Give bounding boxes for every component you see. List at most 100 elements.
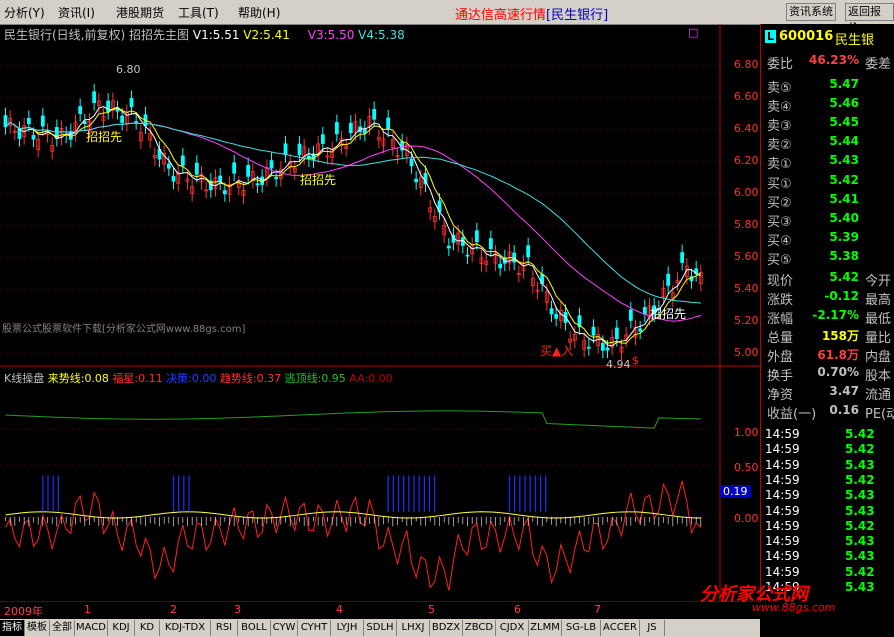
tick-row: 14:59 5.42: [761, 519, 894, 534]
buy-row: 买④ 5.39: [761, 229, 894, 249]
indicator-tab[interactable]: CJDX: [496, 620, 529, 636]
candle-body: [638, 328, 643, 332]
menu-tools[interactable]: 工具(T): [178, 4, 219, 21]
indicator-tab[interactable]: ACCER: [601, 620, 640, 636]
stat-row-label: 现价: [767, 274, 794, 289]
sell-row-value: 5.43: [829, 153, 859, 167]
date-axis: 2009年 1 2 3 4 5 6 7: [0, 602, 760, 618]
indicator-tab[interactable]: 全部: [50, 620, 75, 636]
candle-body: [269, 160, 274, 169]
stat-row-label: 总量: [767, 331, 794, 346]
indicator-name: K线操盘: [4, 372, 45, 385]
buy-row-label: 买③: [767, 215, 792, 230]
indicator-tab[interactable]: SG-LB: [562, 620, 601, 636]
candle-body: [255, 183, 260, 186]
tick-price: 5.42: [845, 427, 875, 441]
sell-row-label: 卖④: [767, 100, 792, 115]
candle-body: [600, 343, 605, 351]
candle-body: [180, 155, 185, 166]
candle-body: [680, 252, 685, 263]
date-label: 7: [594, 603, 601, 616]
indicator-tab[interactable]: ZBCD: [463, 620, 496, 636]
stat-row-value: 5.42: [829, 270, 859, 284]
window-control-icon[interactable]: □: [688, 26, 698, 39]
stat-row: 总量 158万 量比: [761, 326, 894, 346]
menu-bar: 分析(Y) 资讯(I) 港股期货 工具(T) 帮助(H) 通达信高速行情[民生银…: [0, 0, 894, 34]
menu-news[interactable]: 资讯(I): [58, 4, 95, 21]
candle-body: [166, 163, 171, 169]
tick-time: 14:59: [765, 534, 800, 549]
quote-header: L 600016 民生银: [765, 28, 891, 48]
sell-row-value: 5.45: [829, 115, 859, 129]
stock-name: 民生银: [835, 33, 875, 48]
buy-signal-label: 买▲入: [540, 344, 574, 358]
tick-row: 14:59 5.43: [761, 458, 894, 473]
menu-hk-futures[interactable]: 港股期货: [116, 4, 164, 21]
kline-chart-svg[interactable]: [0, 24, 760, 602]
indicator-tab[interactable]: SDLH: [364, 620, 397, 636]
stat-row: 涨跌 -0.12 最高: [761, 288, 894, 308]
buy-row-label: 买②: [767, 196, 792, 211]
indicator-header: K线操盘 来势线:0.08 福星:0.11 决策:0.00 趋势线:0.37 逃…: [4, 370, 393, 386]
candle-body: [129, 98, 134, 108]
tick-time: 14:59: [765, 457, 800, 472]
sell-row-value: 5.47: [829, 77, 859, 91]
chart-formula-label: 招招先主图: [129, 28, 190, 42]
stat-row-value: 0.70%: [817, 365, 859, 379]
indicator-tab[interactable]: LYJH: [331, 620, 364, 636]
tick-row: 14:59 5.43: [761, 549, 894, 564]
back-to-quote-button[interactable]: 返回报价: [845, 3, 894, 34]
qushi-value: 趋势线:0.37: [219, 372, 282, 385]
news-system-button[interactable]: 资讯系统: [786, 3, 836, 21]
indicator-tab[interactable]: KD: [135, 620, 160, 636]
menu-analysis[interactable]: 分析(Y): [4, 4, 45, 21]
tick-time: 14:59: [765, 564, 800, 579]
menu-help[interactable]: 帮助(H): [238, 4, 280, 21]
candle-body: [134, 121, 139, 123]
indicator-tab-bar: 指标 模板 全部 MACD KDJ KD KDJ-TDX RSI BOLL CYW CYHT LYJH…: [0, 619, 760, 637]
indicator-tab[interactable]: KDJ: [108, 620, 135, 636]
sell-row-value: 5.46: [829, 96, 859, 110]
stat-row: 净资 3.47 流通: [761, 383, 894, 403]
tick-price: 5.42: [845, 564, 875, 579]
stat-row-extra: 流通: [865, 388, 892, 403]
indicator-tab[interactable]: BDZX: [430, 620, 463, 636]
main-chart-header: 民生银行(日线,前复权) 招招先主图 V1:5.51 V2:5.41 V3:5.…: [4, 26, 405, 43]
ma-magenta-line: [5, 121, 701, 322]
indicator-tab[interactable]: LHXJ: [397, 620, 430, 636]
sell-row: 卖④ 5.46: [761, 95, 894, 115]
indicator-tab[interactable]: JS: [640, 620, 665, 636]
date-label: 3: [234, 603, 241, 616]
indicator-tab[interactable]: CYW: [271, 620, 298, 636]
buy-row: 买⑤ 5.38: [761, 248, 894, 268]
aa-value: AA:0.00: [349, 372, 393, 385]
indicator-tab[interactable]: ZLMM: [529, 620, 562, 636]
stat-row-extra: PE(动: [865, 407, 894, 422]
stat-row: 换手 0.70% 股本: [761, 364, 894, 384]
indicator-tab[interactable]: CYHT: [298, 620, 331, 636]
tick-time: 14:59: [765, 427, 800, 441]
taoding-line: [5, 410, 701, 429]
indicator-tab[interactable]: 指标: [0, 620, 25, 636]
fuxing-value: 福星:0.11: [112, 372, 163, 385]
indicator-tab[interactable]: BOLL: [238, 620, 271, 636]
stat-row-label: 涨跌: [767, 293, 794, 308]
candle-body: [554, 314, 559, 319]
indicator-tab[interactable]: 模板: [25, 620, 50, 636]
candle-body: [409, 158, 414, 167]
candle-body: [194, 162, 199, 175]
candle-body: [586, 346, 591, 349]
stat-row-label: 收益(一): [767, 407, 817, 422]
stat-row-extra: 量比: [865, 331, 892, 346]
stat-row-label: 净资: [767, 388, 794, 403]
price-tick-label: 5.00: [734, 346, 759, 359]
chart-area[interactable]: 民生银行(日线,前复权) 招招先主图 V1:5.51 V2:5.41 V3:5.…: [0, 24, 760, 602]
candle-body: [92, 91, 97, 103]
indicator-tab[interactable]: MACD: [75, 620, 108, 636]
stat-row: 收益(一) 0.16 PE(动: [761, 402, 894, 422]
indicator-tab[interactable]: KDJ-TDX: [160, 620, 211, 636]
buy-row-label: 买①: [767, 177, 792, 192]
tick-row: 14:59 5.43: [761, 504, 894, 519]
candle-body: [274, 177, 279, 180]
indicator-tab[interactable]: RSI: [211, 620, 238, 636]
